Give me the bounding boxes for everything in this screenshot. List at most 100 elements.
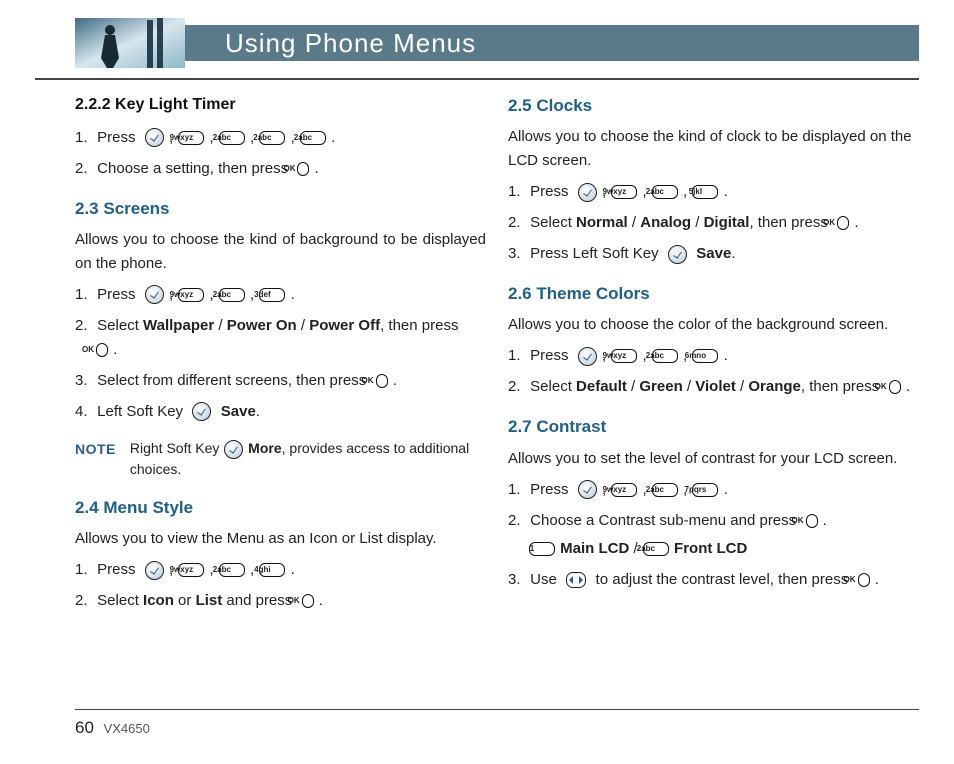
ok-key-icon: OK xyxy=(858,573,870,587)
left-softkey-icon xyxy=(145,285,164,304)
text: Press xyxy=(530,183,568,200)
opt: Analog xyxy=(640,214,691,231)
opt: Power On xyxy=(227,317,297,334)
heading-222: 2.2.2 Key Light Timer xyxy=(75,92,486,118)
heading-24: 2.4 Menu Style xyxy=(75,494,486,521)
intro-27: Allows you to set the level of contrast … xyxy=(508,447,919,471)
key-9: 9wxyz xyxy=(611,185,637,199)
key-2: 2abc xyxy=(300,131,326,145)
key-1: 1 xyxy=(529,542,555,556)
model-number: VX4650 xyxy=(104,721,150,736)
text: Left Soft Key xyxy=(97,403,183,420)
step: 2. Select Wallpaper / Power On / Power O… xyxy=(75,314,486,362)
text: Press xyxy=(97,561,135,578)
step: 1. Press , 9wxyz , 2abc , 2abc , 2abc . xyxy=(75,126,486,150)
text: Select xyxy=(530,378,576,395)
sep: / xyxy=(627,378,640,395)
step: 1. Press , 9wxyz , 2abc , 3def . xyxy=(75,283,486,307)
key-4: 4ghi xyxy=(259,563,285,577)
text: to adjust the contrast level, then press xyxy=(596,571,849,588)
ok-key-icon: OK xyxy=(376,374,388,388)
key-9: 9wxyz xyxy=(178,288,204,302)
opt: Save xyxy=(221,403,256,420)
page-title: Using Phone Menus xyxy=(185,25,919,61)
intro-26: Allows you to choose the color of the ba… xyxy=(508,313,919,337)
key-2: 2abc xyxy=(219,563,245,577)
sep: / xyxy=(214,317,227,334)
key-9: 9wxyz xyxy=(611,483,637,497)
opt: Front LCD xyxy=(674,540,747,557)
text: , then press xyxy=(380,317,458,334)
sep: / xyxy=(736,378,749,395)
opt: Icon xyxy=(143,592,174,609)
text: Right Soft Key xyxy=(130,440,223,456)
right-softkey-icon xyxy=(224,440,243,459)
ok-key-icon: OK xyxy=(297,162,309,176)
left-softkey-icon xyxy=(578,347,597,366)
step: 2. Select Default / Green / Violet / Ora… xyxy=(508,375,919,399)
heading-27: 2.7 Contrast xyxy=(508,413,919,440)
left-softkey-icon xyxy=(192,402,211,421)
text: Press xyxy=(97,286,135,303)
divider xyxy=(35,78,919,80)
text: Press Left Soft Key xyxy=(530,245,658,262)
step: 3. Press Left Soft Key Save. xyxy=(508,242,919,266)
key-2: 2abc xyxy=(643,542,669,556)
text: Press xyxy=(530,481,568,498)
step: 4. Left Soft Key Save. xyxy=(75,400,486,424)
key-2: 2abc xyxy=(652,483,678,497)
key-3: 3def xyxy=(259,288,285,302)
opt: List xyxy=(196,592,223,609)
page-footer: 60 VX4650 xyxy=(75,718,150,738)
step: 1. Press , 9wxyz , 2abc , 4ghi . xyxy=(75,558,486,582)
manual-page: Using Phone Menus 2.2.2 Key Light Timer … xyxy=(0,0,954,764)
heading-23: 2.3 Screens xyxy=(75,195,486,222)
divider xyxy=(75,709,919,710)
opt: Main LCD xyxy=(560,540,629,557)
key-2: 2abc xyxy=(652,185,678,199)
sep: / xyxy=(297,317,310,334)
page-banner: Using Phone Menus xyxy=(75,18,919,68)
key-9: 9wxyz xyxy=(178,131,204,145)
step: 2. Select Icon or List and press OK . xyxy=(75,589,486,613)
text: Select xyxy=(530,214,576,231)
sep: / xyxy=(683,378,696,395)
sep: / xyxy=(628,214,641,231)
text: Select from different screens, then pres… xyxy=(97,372,366,389)
text: Choose a Contrast sub-menu and press xyxy=(530,512,796,529)
right-column: 2.5 Clocks Allows you to choose the kind… xyxy=(508,92,919,704)
content-body: 2.2.2 Key Light Timer 1. Press , 9wxyz ,… xyxy=(75,92,919,704)
step: 3. Use to adjust the contrast level, the… xyxy=(508,568,919,592)
opt: Green xyxy=(639,378,682,395)
step: 2. Choose a setting, then press OK . xyxy=(75,157,486,181)
opt: Violet xyxy=(695,378,736,395)
left-softkey-icon xyxy=(578,183,597,202)
note-block: NOTE Right Soft Key More, provides acces… xyxy=(75,438,486,480)
opt: More xyxy=(248,440,281,456)
heading-26: 2.6 Theme Colors xyxy=(508,280,919,307)
key-2: 2abc xyxy=(219,288,245,302)
ok-key-icon: OK xyxy=(96,343,108,357)
figure-icon xyxy=(75,18,185,68)
ok-key-icon: OK xyxy=(837,216,849,230)
opt: Orange xyxy=(748,378,801,395)
ok-key-icon: OK xyxy=(806,514,818,528)
step: 1. Press , 9wxyz , 2abc , 5jkl . xyxy=(508,180,919,204)
opt: Digital xyxy=(704,214,750,231)
step: 1. Press , 9wxyz , 2abc , 7pqrs . xyxy=(508,478,919,502)
text: and press xyxy=(222,592,292,609)
text: Use xyxy=(530,571,557,588)
text: , then press xyxy=(749,214,827,231)
sep: or xyxy=(174,592,196,609)
text: Choose a setting, then press xyxy=(97,160,288,177)
key-7: 7pqrs xyxy=(692,483,718,497)
note-label: NOTE xyxy=(75,438,116,460)
key-2: 2abc xyxy=(219,131,245,145)
ok-key-icon: OK xyxy=(302,594,314,608)
step: 1. Press , 9wxyz , 2abc , 6mno . xyxy=(508,344,919,368)
step: 2. Choose a Contrast sub-menu and press … xyxy=(508,509,919,561)
text: Press xyxy=(97,129,135,146)
sep: / xyxy=(691,214,704,231)
intro-23: Allows you to choose the kind of backgro… xyxy=(75,228,486,276)
left-softkey-icon xyxy=(668,245,687,264)
